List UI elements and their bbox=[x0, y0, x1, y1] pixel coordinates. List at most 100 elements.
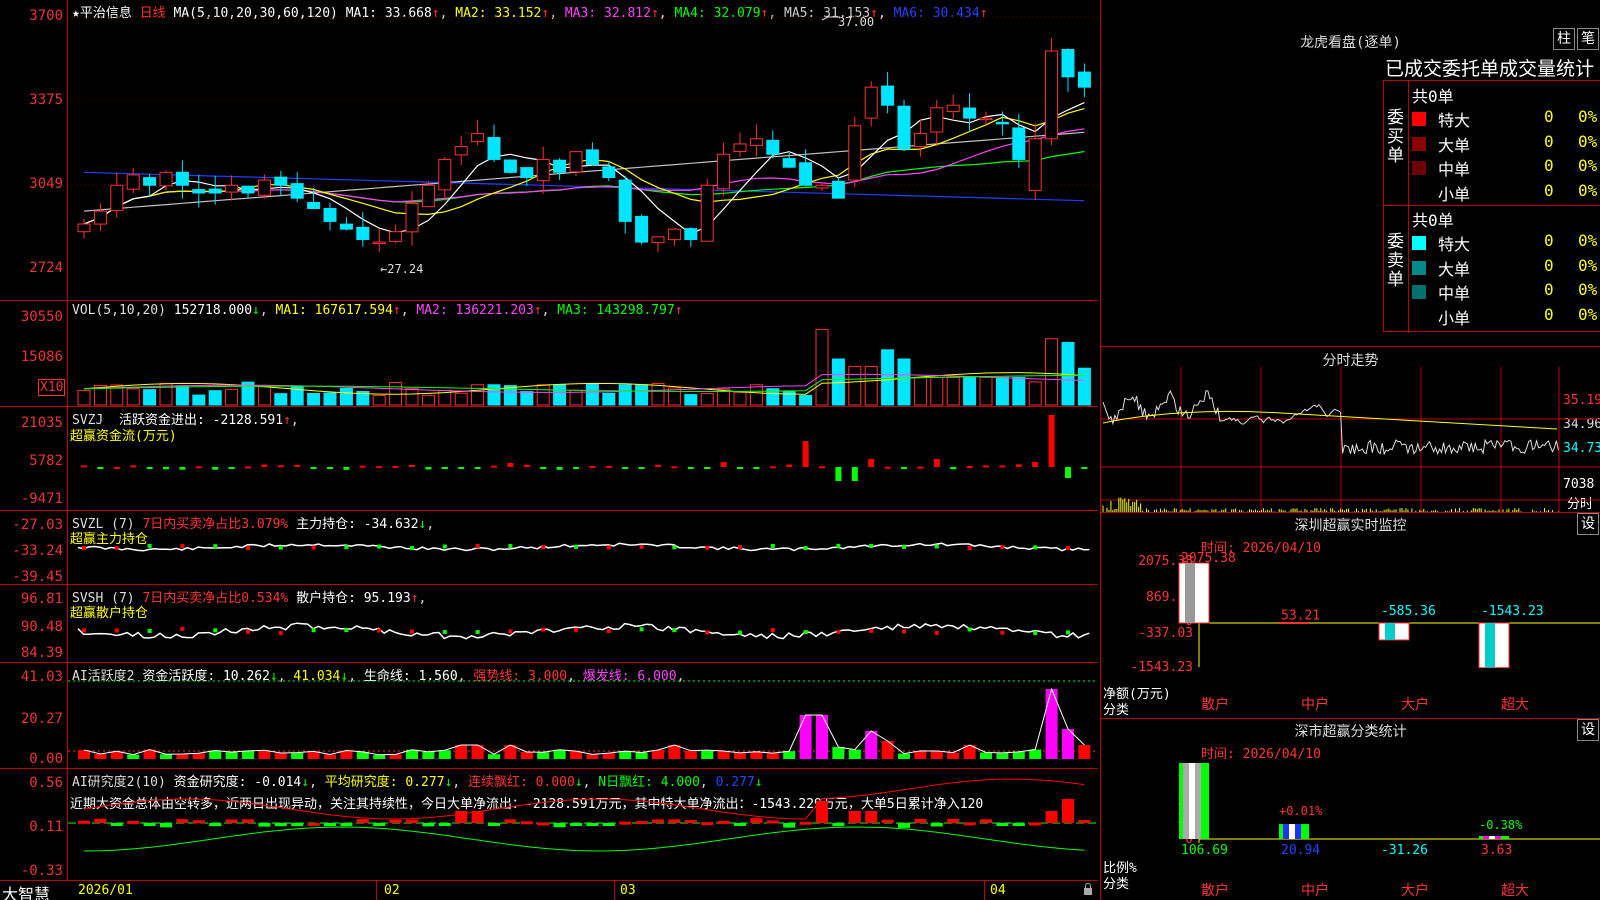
activity-bar bbox=[799, 715, 812, 759]
brand-label: 大智慧 bbox=[2, 885, 51, 900]
volume-bar bbox=[700, 393, 714, 406]
fund-flow-bar bbox=[573, 467, 579, 469]
svsh-panel[interactable]: 96.81 90.48 84.39 SVSH (7) 7日内买卖净占比0.534… bbox=[0, 584, 1098, 662]
fund-flow-bar bbox=[97, 467, 104, 469]
fund-flow-bar bbox=[786, 464, 793, 467]
fund-flow-bar bbox=[277, 465, 284, 468]
volume-chart[interactable] bbox=[0, 301, 1098, 407]
research-bar bbox=[504, 819, 517, 823]
tick-view-button[interactable]: 笔 bbox=[1577, 28, 1599, 50]
activity-bar bbox=[209, 750, 222, 759]
volume-bar bbox=[192, 394, 206, 406]
svzl-chart[interactable] bbox=[0, 511, 1098, 585]
research-bar bbox=[455, 811, 468, 823]
ai-activity-panel[interactable]: 41.03 20.27 0.00 AI活跃度2 资金活跃度: 10.262↓, … bbox=[0, 662, 1098, 768]
svzj-chart[interactable] bbox=[0, 407, 1098, 511]
fund-flow-bar bbox=[802, 441, 809, 467]
research-bar bbox=[963, 822, 976, 826]
svzj-panel[interactable]: 21035 5782 -9471 SVZJ 活跃资金进出: -2128.591↑… bbox=[0, 406, 1098, 510]
fund-flow-bar bbox=[819, 466, 825, 469]
lhb-panel: 龙虎看盘(逐单) 柱 笔 已成交委托单成交量统计 委买单 委卖单 共0单 特大 0 0… bbox=[1100, 0, 1600, 346]
activity-bar bbox=[291, 752, 304, 759]
volume-panel[interactable]: 30550 15086 X10 VOL(5,10,20) 152718.000↓… bbox=[0, 300, 1098, 406]
volume-bar bbox=[454, 392, 468, 406]
ai-activity-chart[interactable] bbox=[0, 663, 1098, 769]
net-amount-label: 53.21 bbox=[1281, 608, 1320, 623]
bar-view-button[interactable]: 柱 bbox=[1553, 28, 1575, 50]
activity-bar bbox=[750, 751, 763, 759]
buy-percent: 0% bbox=[1578, 131, 1598, 151]
volume-bar bbox=[1077, 367, 1091, 406]
x-tick-jan: 2026/01 bbox=[78, 883, 133, 898]
activity-bar bbox=[652, 749, 664, 759]
intraday-chart[interactable] bbox=[1101, 347, 1600, 513]
fund-flow-bar bbox=[179, 467, 186, 470]
holding-dot bbox=[606, 629, 611, 634]
svsh-chart[interactable] bbox=[0, 585, 1098, 663]
fund-flow-bar bbox=[933, 459, 940, 467]
research-bar bbox=[324, 823, 336, 826]
net-amount-label: -585.36 bbox=[1381, 604, 1436, 619]
holding-dot bbox=[114, 546, 119, 551]
lock-icon[interactable] bbox=[1083, 882, 1093, 896]
holding-dot bbox=[672, 545, 677, 550]
fund-flow-bar bbox=[917, 466, 924, 469]
research-bar bbox=[274, 823, 287, 827]
volume-bar bbox=[487, 384, 501, 406]
activity-bar bbox=[848, 749, 861, 759]
intraday-panel[interactable]: 分时走势 35.19 34.96 34.73 7038 分时 bbox=[1100, 346, 1600, 513]
candle-body bbox=[536, 158, 550, 182]
research-bar bbox=[438, 823, 451, 826]
activity-bar bbox=[127, 754, 140, 759]
activity-bar bbox=[734, 752, 746, 759]
volume-bar bbox=[274, 393, 288, 406]
svzl-panel[interactable]: -27.03 -33.24 -39.45 SVZL (7) 7日内买卖净占比3.… bbox=[0, 510, 1098, 585]
buy-label: 特大 bbox=[1438, 111, 1471, 130]
ai-research-chart[interactable] bbox=[0, 769, 1098, 881]
sz-monitor-chart: 2075.38869.180-337.03-1543.23散户中户大户超大207… bbox=[1130, 551, 1600, 713]
candle-body bbox=[208, 188, 222, 194]
fund-flow-bar bbox=[884, 466, 891, 469]
holding-dot bbox=[147, 628, 152, 633]
candle-body bbox=[602, 166, 616, 179]
holding-dot bbox=[278, 631, 283, 636]
category-label: 中户 bbox=[1301, 882, 1329, 899]
research-bar bbox=[930, 823, 943, 827]
volume-bar bbox=[897, 358, 911, 406]
volume-bar bbox=[749, 384, 763, 406]
fund-flow-bar bbox=[1081, 467, 1088, 469]
sell-count: 0 bbox=[1544, 280, 1554, 299]
sell-color-swatch bbox=[1412, 236, 1426, 250]
volume-bar bbox=[667, 387, 681, 406]
kline-chart[interactable] bbox=[0, 0, 1098, 300]
research-bar bbox=[209, 823, 222, 827]
candle-body bbox=[930, 107, 944, 133]
activity-bar bbox=[1029, 749, 1042, 759]
volume-bar bbox=[208, 390, 222, 406]
activity-bar bbox=[947, 752, 960, 759]
category-label: 中户 bbox=[1301, 696, 1329, 713]
activity-bar bbox=[996, 752, 1009, 759]
holding-dot bbox=[82, 628, 86, 633]
sell-percent: 0% bbox=[1578, 255, 1598, 275]
research-bar bbox=[1062, 799, 1074, 823]
holding-dot bbox=[902, 544, 906, 549]
candle-body bbox=[1045, 50, 1059, 140]
activity-bar bbox=[586, 754, 599, 759]
candle-body bbox=[372, 241, 386, 245]
activity-bar bbox=[520, 751, 533, 759]
fund-flow-bar bbox=[753, 467, 760, 469]
fund-flow-bar bbox=[671, 466, 678, 469]
buy-label: 小单 bbox=[1438, 184, 1471, 204]
buy-percent: 0% bbox=[1578, 107, 1598, 126]
research-bar bbox=[160, 823, 172, 828]
fund-flow-bar bbox=[983, 465, 989, 468]
research-bar bbox=[898, 823, 910, 828]
candle-body bbox=[651, 236, 665, 244]
x-tick-feb: 02 bbox=[384, 883, 400, 898]
kline-panel[interactable]: 3700 3375 3049 2724 ★平治信息 日线 MA(5,10,20,… bbox=[0, 0, 1098, 300]
holding-dot bbox=[1000, 630, 1005, 635]
activity-bar bbox=[192, 753, 205, 759]
ai-research-panel[interactable]: 0.56 0.11 -0.33 AI研究度2(10) 资金研究度: -0.014… bbox=[0, 768, 1098, 880]
candle-body bbox=[159, 171, 173, 187]
